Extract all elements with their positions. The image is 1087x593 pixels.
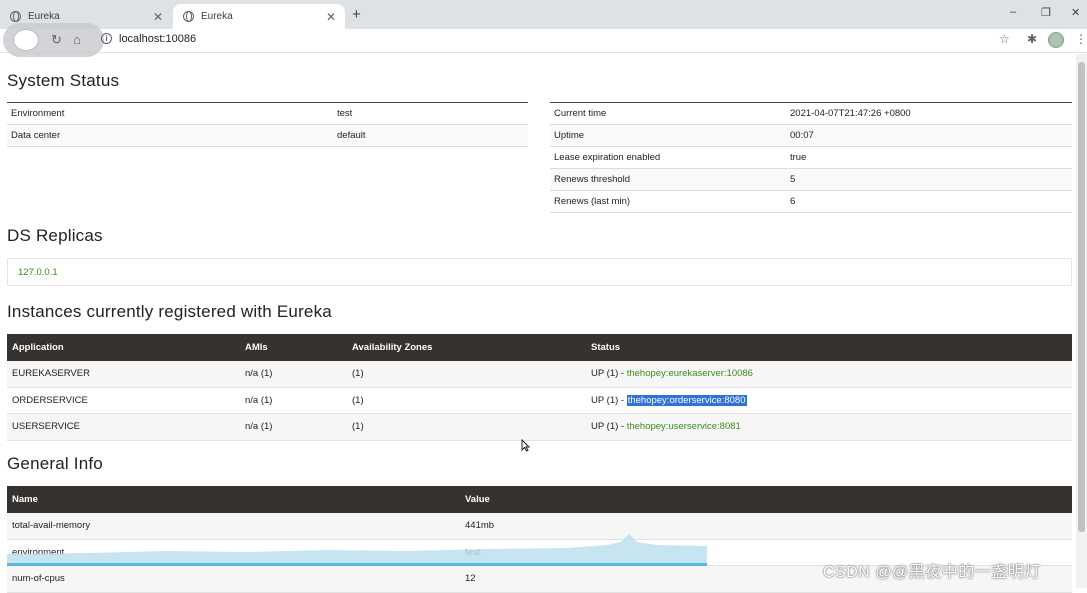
amis-value: n/a (1)	[245, 421, 273, 433]
kv-value: 6	[790, 196, 796, 207]
close-tab-icon[interactable]: ✕	[323, 10, 339, 24]
info-value: 12	[465, 573, 476, 585]
column-header: Status	[591, 342, 621, 353]
kv-key: Current time	[554, 108, 607, 119]
kv-value: 5	[790, 174, 796, 185]
kv-value: test	[337, 108, 353, 119]
kv-value: 00:07	[790, 130, 814, 141]
page-scrollbar[interactable]	[1076, 54, 1087, 588]
kv-key: Lease expiration enabled	[554, 152, 661, 163]
tab-strip: Eureka ✕ Eureka ✕ + – ❐ ✕	[0, 0, 1087, 29]
table-row: ORDERSERVICE n/a (1) (1) UP (1) - thehop…	[7, 388, 1072, 414]
system-status-heading: System Status	[7, 71, 120, 90]
info-name: total-avail-memory	[12, 520, 91, 532]
application-name: USERSERVICE	[12, 421, 80, 433]
kv-key: Environment	[11, 108, 65, 119]
replica-list: 127.0.0.1	[7, 258, 1072, 286]
column-header: AMIs	[245, 342, 268, 353]
status-text: UP (1) -	[591, 368, 627, 380]
kv-key: Data center	[11, 130, 61, 141]
info-name: num-of-cpus	[12, 573, 65, 585]
audio-waveform-overlay	[7, 534, 707, 566]
system-status-left-table: Environment test Data center default	[7, 102, 528, 147]
column-header: Availability Zones	[352, 342, 433, 353]
application-name: ORDERSERVICE	[12, 394, 88, 406]
home-icon[interactable]: ⌂	[73, 32, 81, 47]
column-header: Application	[12, 342, 64, 353]
kv-value: default	[337, 130, 366, 141]
restore-icon[interactable]: ❐	[1041, 6, 1051, 19]
zones-value: (1)	[352, 368, 364, 380]
window-close-icon[interactable]: ✕	[1071, 6, 1080, 19]
tab-title: Eureka	[201, 11, 233, 22]
status-text: UP (1) -	[591, 394, 627, 406]
instance-link-selected[interactable]: thehopey:orderservice:8080	[626, 394, 747, 406]
globe-icon	[183, 11, 194, 22]
kv-key: Uptime	[554, 130, 585, 141]
general-info-heading: General Info	[7, 454, 103, 473]
table-row: USERSERVICE n/a (1) (1) UP (1) - thehope…	[7, 414, 1072, 441]
amis-value: n/a (1)	[245, 394, 273, 406]
reload-icon[interactable]: ↻	[51, 32, 62, 48]
eureka-page: System Status Environment test Data cent…	[0, 54, 1076, 593]
column-header: Name	[12, 494, 38, 505]
system-status-right-table: Current time 2021-04-07T21:47:26 +0800 U…	[550, 102, 1072, 213]
kv-key: Renews threshold	[554, 174, 631, 185]
status-text: UP (1) -	[591, 421, 627, 433]
zones-value: (1)	[352, 394, 364, 406]
table-row: EUREKASERVER n/a (1) (1) UP (1) - thehop…	[7, 361, 1072, 388]
table-header: Name Value	[7, 486, 1072, 513]
browser-tab-active[interactable]: Eureka ✕	[173, 4, 345, 29]
kv-key: Renews (last min)	[554, 196, 631, 207]
table-row: Lease expiration enabled true	[550, 147, 1072, 169]
close-tab-icon[interactable]: ✕	[150, 10, 166, 24]
ds-replicas-heading: DS Replicas	[7, 226, 103, 245]
table-row: Renews threshold 5	[550, 169, 1072, 191]
table-row: Renews (last min) 6	[550, 191, 1072, 213]
info-icon[interactable]: i	[101, 33, 112, 44]
status-cell: UP (1) - thehopey:userservice:8081	[586, 421, 741, 432]
overlay-logo-icon	[13, 29, 39, 51]
table-row: Current time 2021-04-07T21:47:26 +0800	[550, 103, 1072, 125]
csdn-watermark: CSDN @@黑夜中的一盏明灯	[823, 564, 1041, 581]
kv-value: 2021-04-07T21:47:26 +0800	[790, 108, 911, 119]
instance-link[interactable]: thehopey:userservice:8081	[627, 421, 741, 432]
table-header: Application AMIs Availability Zones Stat…	[7, 334, 1072, 361]
instance-link[interactable]: thehopey:eurekaserver:10086	[627, 368, 753, 379]
status-cell: UP (1) - thehopey:orderservice:8080	[586, 394, 747, 406]
table-row: Uptime 00:07	[550, 125, 1072, 147]
status-cell: UP (1) - thehopey:eurekaserver:10086	[586, 368, 753, 379]
instances-heading: Instances currently registered with Eure…	[7, 302, 332, 321]
browser-toolbar: ↻ ⌂ i localhost:10086 ☆ ✱ ⋮	[0, 23, 1087, 57]
profile-avatar[interactable]	[1048, 32, 1064, 48]
application-name: EUREKASERVER	[12, 368, 90, 380]
table-row: Environment test	[7, 103, 528, 125]
minimize-icon[interactable]: –	[1010, 6, 1016, 18]
instances-table: Application AMIs Availability Zones Stat…	[7, 334, 1072, 441]
address-bar[interactable]: localhost:10086	[119, 33, 196, 45]
scrollbar-thumb[interactable]	[1078, 62, 1085, 532]
tab-title: Eureka	[28, 11, 60, 22]
replica-link[interactable]: 127.0.0.1	[18, 267, 58, 278]
menu-kebab-icon[interactable]: ⋮	[1075, 32, 1087, 46]
globe-icon	[10, 11, 21, 22]
new-tab-button[interactable]: +	[352, 6, 361, 23]
column-header: Value	[465, 494, 490, 505]
info-value: 441mb	[465, 520, 495, 532]
extensions-icon[interactable]: ✱	[1027, 32, 1037, 46]
amis-value: n/a (1)	[245, 368, 273, 380]
bookmark-star-icon[interactable]: ☆	[999, 32, 1010, 46]
kv-value: true	[790, 152, 807, 163]
table-row: Data center default	[7, 125, 528, 147]
zones-value: (1)	[352, 421, 364, 433]
